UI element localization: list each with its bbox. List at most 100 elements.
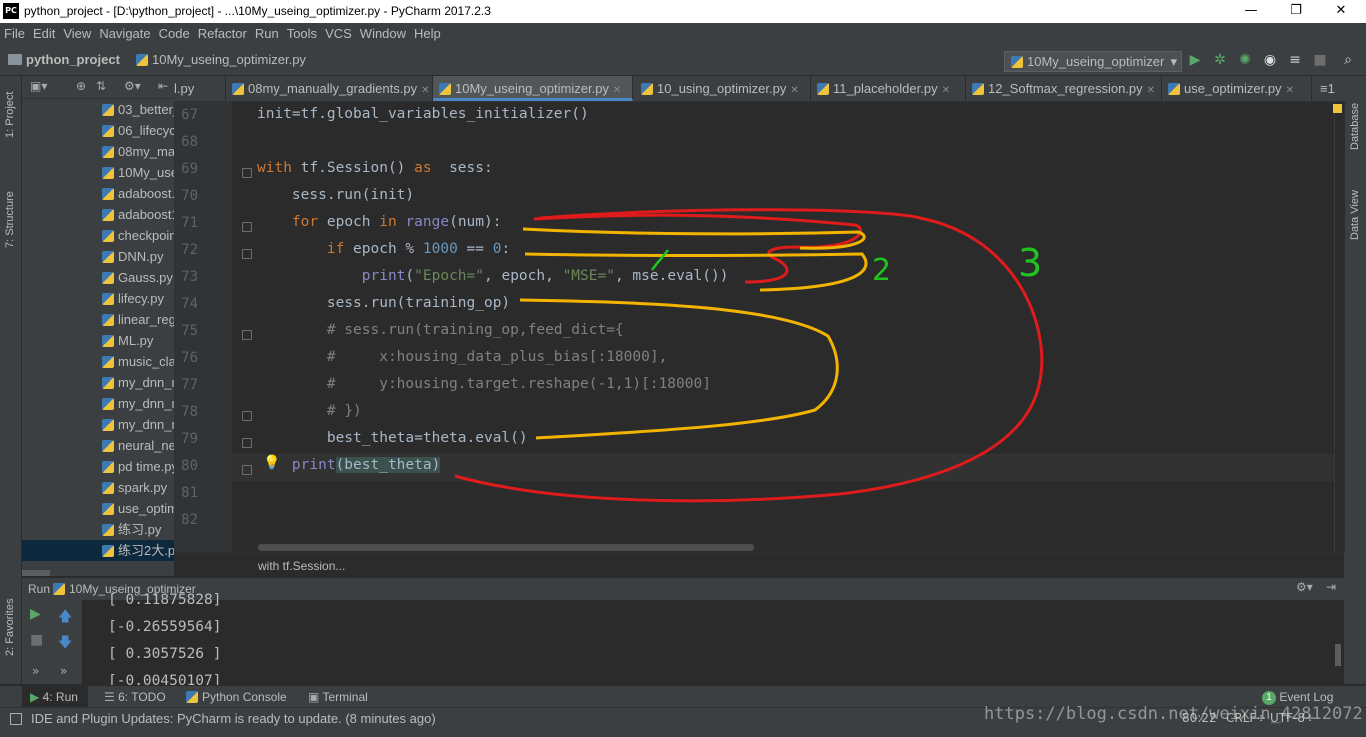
close-button[interactable]: ✕ — [1328, 2, 1354, 20]
code-line-72[interactable]: if epoch % 1000 == 0: — [257, 241, 510, 257]
hide-panel-icon[interactable]: ⇤ — [158, 79, 168, 93]
gear-icon[interactable]: ⚙▾ — [1296, 580, 1313, 594]
fold-marker-icon[interactable] — [242, 168, 252, 178]
dataview-tool-tab[interactable]: Data View — [1349, 190, 1361, 240]
code-line-70[interactable]: sess.run(init) — [257, 187, 414, 203]
close-tab-icon[interactable]: ✕ — [421, 85, 429, 96]
project-tree-item[interactable]: 06_lifecycle.p — [102, 120, 174, 141]
code-line-67[interactable]: init=tf.global_variables_initializer() — [257, 106, 589, 122]
close-tab-icon[interactable]: ✕ — [942, 85, 950, 96]
coverage-icon[interactable]: ✺ — [1237, 52, 1253, 68]
code-line-73[interactable]: print("Epoch=", epoch, "MSE=", mse.eval(… — [257, 268, 729, 284]
menu-tools[interactable]: Tools — [283, 23, 321, 45]
fold-marker-icon[interactable] — [242, 438, 252, 448]
fold-marker-icon[interactable] — [242, 330, 252, 340]
project-tree-item[interactable]: spark.py — [102, 477, 167, 498]
project-tree-item[interactable]: adaboost1.py — [102, 204, 174, 225]
fold-marker-icon[interactable] — [242, 465, 252, 475]
gear-icon[interactable]: ⚙▾ — [124, 79, 141, 93]
project-tree-item[interactable]: adaboost.py — [102, 183, 174, 204]
project-tree-item[interactable]: 03_better_se — [102, 99, 174, 120]
structure-tool-tab[interactable]: 7: Structure — [4, 191, 16, 248]
editor-error-stripe[interactable] — [1334, 102, 1345, 552]
project-tree-item[interactable]: linear_regre — [102, 309, 174, 330]
view-mode-icon[interactable]: ▣▾ — [30, 79, 47, 93]
scroll-down-icon[interactable]: 🡇 — [58, 632, 72, 656]
tab-11-placeholder[interactable]: 11_placeholder.py ✕ — [811, 76, 966, 101]
code-line-77[interactable]: # y:housing.target.reshape(-1,1)[:18000] — [257, 376, 711, 392]
close-tab-icon[interactable]: ✕ — [1147, 85, 1155, 96]
tab-12-softmax-regression[interactable]: 12_Softmax_regression.py ✕ — [966, 76, 1162, 101]
project-tree-item[interactable]: my_dnn_mod — [102, 372, 174, 393]
project-tree-item[interactable]: lifecy.py — [102, 288, 164, 309]
project-tree-item[interactable]: neural_netwo — [102, 435, 174, 456]
run-output-scrollbar[interactable] — [1335, 644, 1341, 666]
profile-icon[interactable]: ◉ — [1262, 52, 1278, 68]
project-tree-item[interactable]: DNN.py — [102, 246, 164, 267]
toggle-tool-windows-icon[interactable] — [10, 713, 22, 725]
menu-window[interactable]: Window — [356, 23, 410, 45]
menu-refactor[interactable]: Refactor — [194, 23, 251, 45]
project-tree-item[interactable]: 10My_useing — [102, 162, 174, 183]
fold-marker-icon[interactable] — [242, 222, 252, 232]
python-console-tool-tab[interactable]: Python Console — [186, 686, 287, 708]
collapse-icon[interactable]: ⇅ — [96, 79, 106, 93]
tab-10-using-optimizer[interactable]: 10_using_optimizer.py ✕ — [635, 76, 811, 101]
code-line-80[interactable]: print(best_theta) — [257, 457, 441, 473]
tab-use-optimizer[interactable]: use_optimizer.py ✕ — [1162, 76, 1312, 101]
todo-tool-tab[interactable]: ☰ 6: TODO — [104, 686, 166, 708]
scroll-up-icon[interactable]: 🡅 — [58, 606, 72, 630]
stop-icon[interactable]: ■ — [1312, 52, 1328, 68]
fold-marker-icon[interactable] — [242, 411, 252, 421]
project-tree-item[interactable]: my_dnn_mod — [102, 393, 174, 414]
tab-10my-useing-optimizer[interactable]: 10My_useing_optimizer.py ✕ — [433, 76, 633, 101]
breadcrumb[interactable]: with tf.Session... — [258, 559, 345, 573]
run-tool-tab[interactable]: ▶ 4: Run — [22, 686, 88, 708]
project-tree-item[interactable]: use_optimize — [102, 498, 174, 519]
code-line-76[interactable]: # x:housing_data_plus_bias[:18000], — [257, 349, 667, 365]
project-tree-item[interactable]: music_classif — [102, 351, 174, 372]
project-tree-item[interactable]: 08my_manua — [102, 141, 174, 162]
menu-file[interactable]: File — [0, 23, 29, 45]
locate-icon[interactable]: ⊕ — [76, 79, 86, 93]
editor-horizontal-scrollbar[interactable] — [258, 544, 754, 551]
close-tab-icon[interactable]: ✕ — [1286, 85, 1294, 96]
menu-run[interactable]: Run — [251, 23, 283, 45]
project-tree-item[interactable]: 练习2大.py — [22, 540, 174, 561]
warning-marker-icon[interactable] — [1333, 104, 1342, 113]
nav-file-crumb[interactable]: 10My_useing_optimizer.py — [136, 52, 306, 67]
project-tree-item[interactable]: Gauss.py — [102, 267, 173, 288]
favorites-tool-tab[interactable]: 2: Favorites — [4, 599, 16, 656]
menu-view[interactable]: View — [59, 23, 95, 45]
project-tool-tab[interactable]: 1: Project — [4, 92, 16, 138]
menu-code[interactable]: Code — [155, 23, 194, 45]
menu-navigate[interactable]: Navigate — [95, 23, 154, 45]
hide-panel-icon[interactable]: ⇥ — [1326, 580, 1336, 594]
menu-help[interactable]: Help — [410, 23, 445, 45]
run-icon[interactable]: ▶ — [1187, 52, 1203, 68]
rerun-icon[interactable]: ▶ — [30, 606, 41, 622]
project-tree-item[interactable]: pd time.py — [102, 456, 174, 477]
debug-icon[interactable]: ✲ — [1212, 52, 1228, 68]
terminal-tool-tab[interactable]: ▣ Terminal — [308, 686, 368, 708]
tab-overflow-menu[interactable]: ≡1 — [1314, 76, 1344, 101]
status-message[interactable]: IDE and Plugin Updates: PyCharm is ready… — [31, 711, 436, 726]
menu-vcs[interactable]: VCS — [321, 23, 356, 45]
code-line-74[interactable]: sess.run(training_op) — [257, 295, 510, 311]
code-line-78[interactable]: # }) — [257, 403, 362, 419]
code-line-71[interactable]: for epoch in range(num): — [257, 214, 502, 230]
project-tree-item[interactable]: checkpoint — [102, 225, 174, 246]
code-line-75[interactable]: # sess.run(training_op,feed_dict={ — [257, 322, 624, 338]
tab-08my-manually-gradients[interactable]: 08my_manually_gradients.py ✕ — [226, 76, 433, 101]
nav-project-crumb[interactable]: python_project — [8, 52, 120, 67]
search-everywhere-icon[interactable]: ⌕ — [1340, 52, 1356, 68]
project-tree-item[interactable]: my_dnn_mod — [102, 414, 174, 435]
project-tree-item[interactable]: 练习.py — [102, 519, 161, 540]
code-line-79[interactable]: best_theta=theta.eval() — [257, 430, 528, 446]
tab-l-py[interactable]: l.py — [174, 76, 226, 101]
run-output[interactable] — [22, 600, 1344, 684]
more-icon[interactable]: » — [60, 664, 67, 678]
lightbulb-icon[interactable]: 💡 — [263, 455, 280, 471]
close-tab-icon[interactable]: ✕ — [790, 85, 798, 96]
code-line-69[interactable]: with tf.Session() as sess: — [257, 160, 493, 176]
